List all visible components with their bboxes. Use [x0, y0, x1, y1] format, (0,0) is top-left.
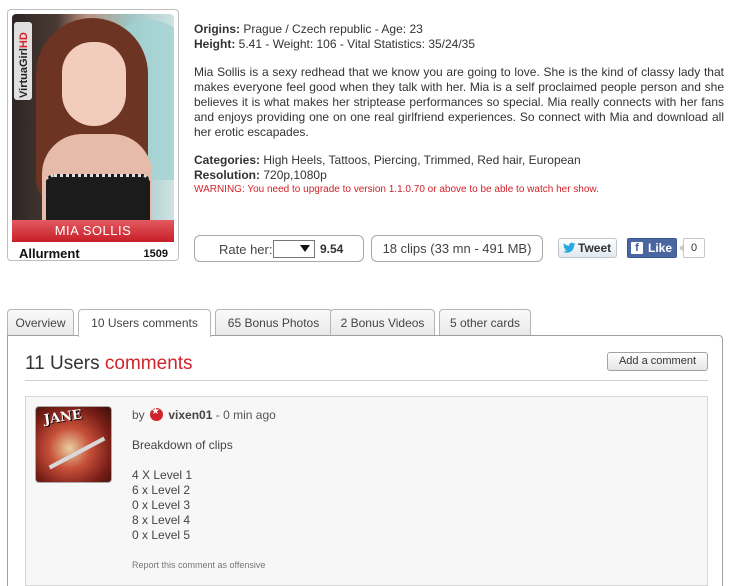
photo-face [62, 42, 126, 126]
twitter-bird-icon [563, 242, 576, 253]
comment-time: - 0 min ago [215, 408, 276, 422]
categories-line: Categories: High Heels, Tattoos, Piercin… [194, 153, 724, 168]
comment-body: Breakdown of clips 4 X Level 1 6 x Level… [132, 438, 233, 543]
add-comment-button[interactable]: Add a comment [607, 352, 708, 371]
tab-bonus-photos[interactable]: 65 Bonus Photos [215, 309, 332, 336]
comments-count: 11 Users [25, 353, 100, 374]
height-value: 5.41 - Weight: 106 - Vital Statistics: 3… [238, 37, 476, 51]
tab-other-cards[interactable]: 5 other cards [439, 309, 531, 336]
comment-line: 8 x Level 4 [132, 513, 191, 527]
title-divider [25, 380, 708, 381]
clips-button[interactable]: 18 clips (33 mn - 491 MB) [371, 235, 543, 262]
categories-label: Categories: [194, 153, 261, 167]
avatar-sword-shape [48, 436, 106, 470]
origins-label: Origins: [194, 22, 241, 36]
model-bio: Mia Sollis is a sexy redhead that we kno… [194, 65, 724, 139]
comment-line: 0 x Level 5 [132, 528, 191, 542]
facebook-like-button[interactable]: f Like [627, 238, 677, 258]
facebook-icon: f [631, 242, 643, 254]
virtuagirl-logo: VirtuaGirlHD [14, 22, 32, 100]
report-comment-link[interactable]: Report this comment as offensive [132, 560, 265, 570]
resolution-value: 720p,1080p [263, 168, 327, 182]
comment-line: 0 x Level 3 [132, 498, 191, 512]
rate-label: Rate her: [219, 242, 273, 257]
upgrade-warning: WARNING: You need to upgrade to version … [194, 184, 599, 195]
card-model-name: MIA SOLLIS [12, 220, 174, 242]
dropdown-arrow-icon [300, 245, 310, 252]
resolution-label: Resolution: [194, 168, 260, 182]
tab-users-comments[interactable]: 10 Users comments [78, 309, 211, 337]
model-photo[interactable]: VirtuaGirlHD [12, 14, 174, 242]
comment-item: JANE by vixen01 - 0 min ago Breakdown of… [25, 396, 708, 586]
like-count: 0 [679, 238, 705, 258]
comments-panel: 11 Users comments Add a comment JANE by … [7, 335, 723, 586]
comments-word: comments [104, 353, 193, 374]
brand-prefix: VirtuaGirl [18, 48, 30, 98]
comment-by: by [132, 408, 145, 422]
rating-score: 9.54 [320, 242, 344, 256]
comment-line: 6 x Level 2 [132, 483, 191, 497]
height-label: Height: [194, 37, 236, 51]
user-star-icon [150, 406, 164, 421]
profile-card[interactable]: VirtuaGirlHD MIA SOLLIS Allurment 1509 [7, 9, 179, 261]
origins-value: Prague / Czech republic - Age: 23 [243, 22, 423, 36]
resolution-line: Resolution: 720p,1080p [194, 168, 724, 183]
avatar-jane-text: JANE [43, 407, 83, 428]
origins-line: Origins: Prague / Czech republic - Age: … [194, 22, 724, 37]
like-label: Like [648, 241, 673, 255]
model-info: Origins: Prague / Czech republic - Age: … [194, 22, 724, 197]
photo-lingerie [46, 174, 150, 226]
card-number: 1509 [143, 248, 168, 260]
comments-title: 11 Users comments [25, 353, 193, 375]
height-line: Height: 5.41 - Weight: 106 - Vital Stati… [194, 37, 724, 52]
tweet-button[interactable]: Tweet [558, 238, 617, 258]
comment-line: 4 X Level 1 [132, 468, 193, 482]
card-studio: Allurment [19, 246, 80, 261]
avatar[interactable]: JANE [35, 406, 112, 483]
categories-value: High Heels, Tattoos, Piercing, Trimmed, … [263, 153, 581, 167]
comment-heading: Breakdown of clips [132, 438, 233, 452]
tweet-label: Tweet [578, 241, 612, 255]
comment-username[interactable]: vixen01 [168, 408, 212, 422]
tab-overview[interactable]: Overview [7, 309, 74, 336]
rating-box: Rate her: 9.54 [194, 235, 364, 262]
comment-meta: by vixen01 - 0 min ago [132, 406, 276, 422]
brand-suffix: HD [18, 32, 30, 49]
rating-select[interactable] [273, 240, 315, 258]
tab-bonus-videos[interactable]: 2 Bonus Videos [330, 309, 435, 336]
